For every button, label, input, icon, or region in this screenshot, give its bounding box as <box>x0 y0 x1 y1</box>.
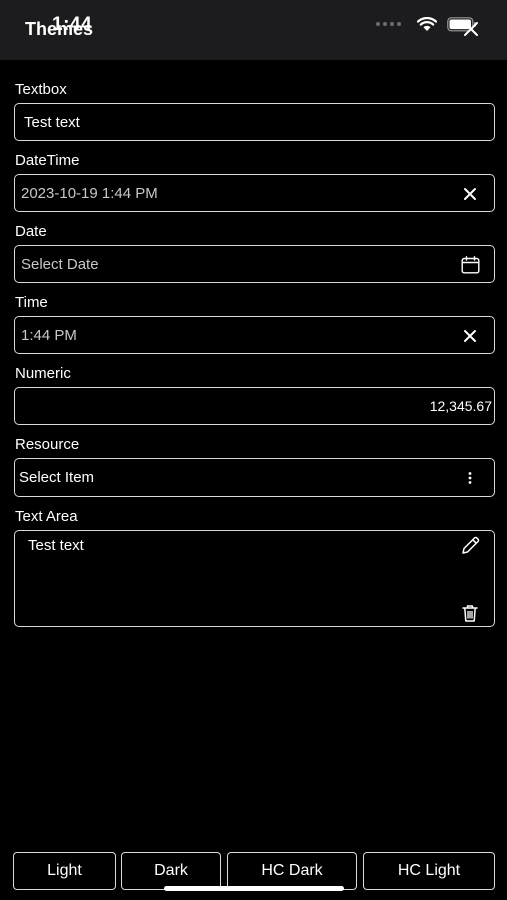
wifi-icon <box>417 16 437 31</box>
signal-icon <box>376 22 401 26</box>
datetime-clear-icon[interactable] <box>460 184 480 204</box>
numeric-value: 12,345.67 <box>429 398 492 414</box>
textarea-value: Test text <box>28 537 84 554</box>
textbox-value: Test text <box>24 113 80 131</box>
home-indicator <box>164 886 344 891</box>
textbox-label: Textbox <box>15 81 67 98</box>
calendar-icon[interactable] <box>460 255 480 275</box>
date-placeholder: Select Date <box>21 255 99 273</box>
date-field[interactable]: Select Date <box>14 245 495 283</box>
numeric-field[interactable]: 12,345.67 <box>14 387 495 425</box>
trash-icon[interactable] <box>460 603 480 623</box>
date-label: Date <box>15 223 47 240</box>
theme-hc-light-button[interactable]: HC Light <box>363 852 495 890</box>
datetime-field[interactable]: 2023-10-19 1:44 PM <box>14 174 495 212</box>
resource-field[interactable]: Select Item <box>14 458 495 497</box>
resource-label: Resource <box>15 436 80 453</box>
header-bar: Themes 1:44 <box>0 0 507 60</box>
text-area-field[interactable]: Test text <box>14 530 495 627</box>
pencil-icon[interactable] <box>459 535 481 557</box>
datetime-label: DateTime <box>15 152 80 169</box>
theme-hc-dark-button[interactable]: HC Dark <box>227 852 357 890</box>
time-clear-icon[interactable] <box>460 326 480 346</box>
more-vertical-icon[interactable] <box>460 468 480 488</box>
time-field[interactable]: 1:44 PM <box>14 316 495 354</box>
time-value: 1:44 PM <box>21 326 77 344</box>
theme-dark-button[interactable]: Dark <box>121 852 221 890</box>
theme-light-button[interactable]: Light <box>13 852 116 890</box>
close-icon[interactable] <box>462 20 480 38</box>
screen: Themes 1:44 Textbox Test text DateTime 2… <box>0 0 507 900</box>
time-label: Time <box>15 294 48 311</box>
textarea-label: Text Area <box>15 508 78 525</box>
datetime-value: 2023-10-19 1:44 PM <box>21 184 158 202</box>
numeric-label: Numeric <box>15 365 71 382</box>
textbox-field[interactable]: Test text <box>14 103 495 141</box>
resource-value: Select Item <box>19 469 95 486</box>
status-time: 1:44 <box>52 14 93 35</box>
